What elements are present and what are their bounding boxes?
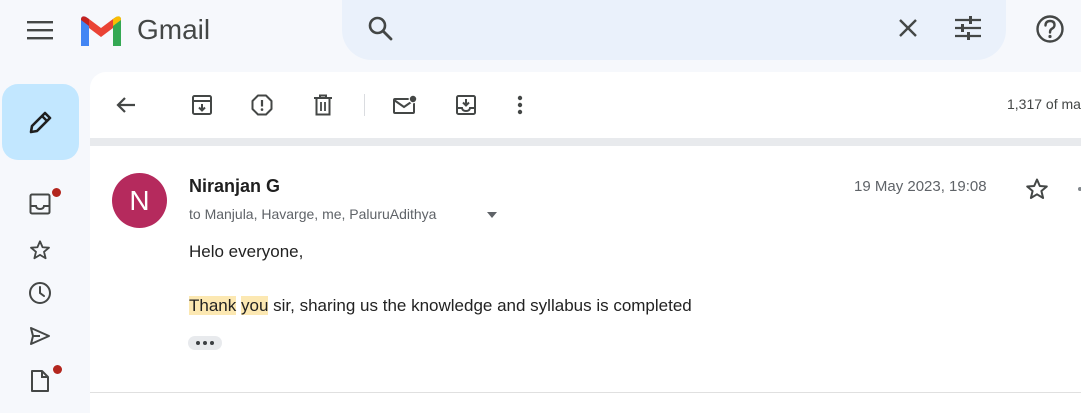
show-trimmed-content-button[interactable]	[188, 336, 222, 350]
clock-icon	[29, 282, 51, 304]
message-toolbar: 1,317 of ma	[90, 72, 1081, 138]
search-options-button[interactable]	[948, 8, 988, 48]
message-divider	[90, 392, 1081, 393]
clear-search-button[interactable]	[888, 8, 928, 48]
message-date: 19 May 2023, 19:08	[854, 178, 987, 195]
delete-icon	[314, 94, 332, 116]
more-options-button[interactable]	[504, 89, 536, 121]
message-count: 1,317 of ma	[1007, 96, 1081, 112]
sender-name[interactable]: Niranjan G	[189, 176, 280, 197]
pencil-icon	[29, 111, 51, 134]
back-button[interactable]	[110, 89, 142, 121]
search-input[interactable]	[412, 12, 876, 46]
ellipsis-dot	[210, 341, 214, 345]
search-bar[interactable]	[342, 0, 1006, 60]
rail-item-sent[interactable]	[20, 320, 60, 352]
highlight-word: Thank	[189, 296, 237, 315]
app-title[interactable]: Gmail	[137, 13, 210, 47]
more-vert-icon	[517, 95, 523, 115]
ellipsis-dot	[196, 341, 200, 345]
recipients-list: to Manjula, Havarge, me, PaluruAdithya	[189, 206, 437, 222]
close-icon	[899, 19, 917, 37]
send-icon	[30, 327, 50, 345]
draft-icon	[31, 370, 49, 392]
tune-icon	[955, 16, 981, 40]
toolbar-divider	[364, 94, 365, 116]
highlight-word: you	[240, 296, 269, 315]
mark-unread-button[interactable]	[389, 89, 421, 121]
archive-button[interactable]	[186, 89, 218, 121]
help-icon	[1036, 15, 1064, 43]
show-details-button[interactable]	[483, 206, 501, 224]
rail-item-starred[interactable]	[20, 234, 60, 266]
archive-icon	[192, 95, 212, 115]
star-button[interactable]	[1020, 172, 1054, 206]
toolbar-separator	[90, 138, 1081, 146]
star-icon	[30, 240, 50, 260]
avatar[interactable]: N	[112, 173, 167, 228]
drafts-notification-dot	[53, 365, 62, 374]
help-button[interactable]	[1030, 9, 1070, 49]
rail-item-snoozed[interactable]	[20, 277, 60, 309]
move-to-button[interactable]	[450, 89, 482, 121]
inbox-notification-dot	[52, 188, 61, 197]
report-spam-icon	[251, 94, 273, 116]
star-icon	[1026, 178, 1048, 199]
message-greeting: Helo everyone,	[189, 242, 304, 261]
report-spam-button[interactable]	[246, 89, 278, 121]
delete-button[interactable]	[307, 89, 339, 121]
compose-button[interactable]	[2, 84, 79, 160]
message-body: Thank you sir, sharing us the knowledge …	[189, 296, 692, 316]
search-icon	[368, 16, 393, 41]
gmail-logo-icon[interactable]	[78, 12, 124, 48]
main-menu-button[interactable]	[22, 12, 58, 48]
message-view: 1,317 of ma N Niranjan G to Manjula, Hav…	[90, 72, 1081, 413]
chevron-down-icon	[487, 212, 497, 218]
mark-unread-icon	[393, 95, 417, 114]
hamburger-menu-icon	[27, 21, 53, 40]
search-button[interactable]	[360, 8, 400, 48]
ellipsis-dot	[203, 341, 207, 345]
body-text: sir, sharing us the knowledge and syllab…	[268, 296, 692, 315]
move-to-icon	[456, 95, 476, 115]
inbox-icon	[29, 193, 51, 215]
back-arrow-icon	[116, 97, 135, 113]
